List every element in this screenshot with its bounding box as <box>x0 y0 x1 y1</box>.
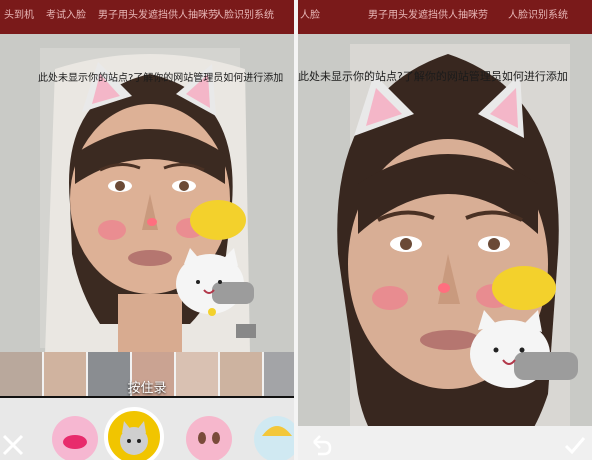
face-photo <box>337 44 578 460</box>
browser-tab: 男子用头发遮挡供人抽咪劳 <box>98 10 218 21</box>
record-button[interactable] <box>104 407 164 460</box>
browser-tabbar: 人脸 男子用头发遮挡供人抽咪劳 人脸识别系统 <box>298 0 592 34</box>
camera-preview: 此处未显示你的站点?了解你的网站管理员如何进行添加 <box>0 34 294 364</box>
browser-tab: 考试入脸 <box>46 10 86 21</box>
record-hint: 按住录 <box>127 381 167 396</box>
sticker-lips-icon[interactable] <box>52 416 98 460</box>
confirm-check-icon[interactable] <box>562 432 588 458</box>
camera-capture-panel: 头到机 考试入脸 男子用头发遮挡供人抽咪劳 人脸识别系统 此处未显示你的站点?了… <box>0 0 294 460</box>
browser-tab: 头到机 <box>4 10 34 21</box>
cat-sticker-icon <box>120 421 148 455</box>
browser-tab: 男子用头发遮挡供人抽咪劳 <box>368 10 488 21</box>
preview-image: 此处未显示你的站点?了解你的网站管理员如何进行添加 <box>298 34 592 460</box>
preview-actions-bar <box>298 426 592 460</box>
screenshot-composite: 头到机 考试入脸 男子用头发遮挡供人抽咪劳 人脸识别系统 此处未显示你的站点?了… <box>0 0 592 460</box>
close-icon[interactable] <box>0 432 26 458</box>
browser-tab: 人脸 <box>300 10 320 21</box>
monitor-caption: 此处未显示你的站点?了解你的网站管理员如何进行添加 <box>38 73 284 84</box>
browser-tab: 人脸识别系统 <box>508 10 568 21</box>
monitor-caption: 此处未显示你的站点?了解你的网站管理员如何进行添加 <box>298 70 568 83</box>
sticker-ninja-icon[interactable] <box>254 416 294 460</box>
sticker-face-icon[interactable] <box>186 416 232 460</box>
browser-tab: 人脸识别系统 <box>214 10 274 21</box>
preview-panel: 人脸 男子用头发遮挡供人抽咪劳 人脸识别系统 此处未显示你的站点?了解你的网站管… <box>298 0 592 460</box>
browser-tabbar: 头到机 考试入脸 男子用头发遮挡供人抽咪劳 人脸识别系统 <box>0 0 294 34</box>
undo-icon[interactable] <box>308 432 334 458</box>
